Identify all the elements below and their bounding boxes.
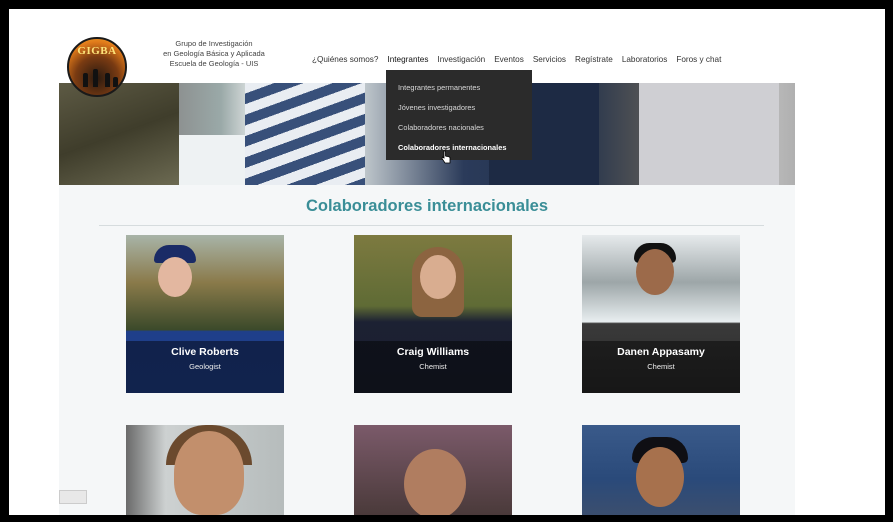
- logo-figure: [113, 77, 118, 87]
- divider: [99, 225, 764, 226]
- person-photo: [126, 425, 284, 515]
- gigba-logo[interactable]: GIGBA: [67, 37, 127, 97]
- nav-item-investigacion[interactable]: Investigación: [437, 55, 485, 64]
- logo-figure: [83, 73, 88, 87]
- logo-text: GIGBA: [77, 45, 117, 57]
- integrantes-dropdown-menu: Integrantes permanentes Jóvenes investig…: [386, 70, 532, 160]
- nav-item-quienes-somos[interactable]: ¿Quiénes somos?: [312, 55, 378, 64]
- person-role: Chemist: [419, 362, 447, 371]
- person-name: Craig Williams: [396, 346, 470, 358]
- nav-item-registrate[interactable]: Regístrate: [575, 55, 613, 64]
- person-card-craig-williams[interactable]: Craig Williams Chemist: [354, 235, 512, 393]
- hero-rock: [59, 83, 179, 185]
- person-card[interactable]: [126, 425, 284, 515]
- organization-name: Grupo de Investigación en Geología Básic…: [139, 39, 289, 69]
- scroll-to-top-tab[interactable]: [59, 490, 87, 504]
- menu-item-colaboradores-internacionales[interactable]: Colaboradores internacionales: [398, 142, 532, 162]
- menu-item-integrantes-permanentes[interactable]: Integrantes permanentes: [398, 82, 532, 102]
- org-line: en Geología Básica y Aplicada: [163, 49, 265, 58]
- hand-pointer-icon: [441, 150, 451, 164]
- person-card[interactable]: [582, 425, 740, 515]
- person-card-clive-roberts[interactable]: Clive Roberts Geologist: [126, 235, 284, 393]
- person-role: Geologist: [189, 362, 221, 371]
- nav-item-integrantes[interactable]: Integrantes: [387, 55, 428, 64]
- person-photo: [354, 425, 512, 515]
- nav-item-servicios[interactable]: Servicios: [533, 55, 566, 64]
- nav-item-foros-y-chat[interactable]: Foros y chat: [676, 55, 721, 64]
- person-name: Clive Roberts: [171, 346, 239, 358]
- logo-figure: [93, 69, 98, 87]
- person-card-danen-appasamy[interactable]: Danen Appasamy Chemist: [582, 235, 740, 393]
- person-card[interactable]: [354, 425, 512, 515]
- org-line: Escuela de Geología - UIS: [169, 59, 259, 68]
- nav-item-laboratorios[interactable]: Laboratorios: [622, 55, 668, 64]
- menu-item-jovenes-investigadores[interactable]: Jóvenes investigadores: [398, 102, 532, 122]
- person-photo: [582, 425, 740, 515]
- browser-viewport: GIGBA Grupo de Investigación en Geología…: [9, 9, 885, 515]
- main-nav: ¿Quiénes somos? Integrantes Investigació…: [312, 55, 721, 64]
- logo-figure: [105, 73, 110, 87]
- nav-item-eventos[interactable]: Eventos: [494, 55, 524, 64]
- person-role: Chemist: [647, 362, 675, 371]
- colaboradores-section: Colaboradores internacionales Clive Robe…: [59, 185, 795, 515]
- hero-person: [245, 83, 365, 185]
- page-title: Colaboradores internacionales: [305, 197, 549, 215]
- hero-person: [639, 83, 779, 185]
- menu-item-colaboradores-nacionales[interactable]: Colaboradores nacionales: [398, 122, 532, 142]
- person-name: Danen Appasamy: [617, 346, 705, 358]
- org-line: Grupo de Investigación: [175, 39, 253, 48]
